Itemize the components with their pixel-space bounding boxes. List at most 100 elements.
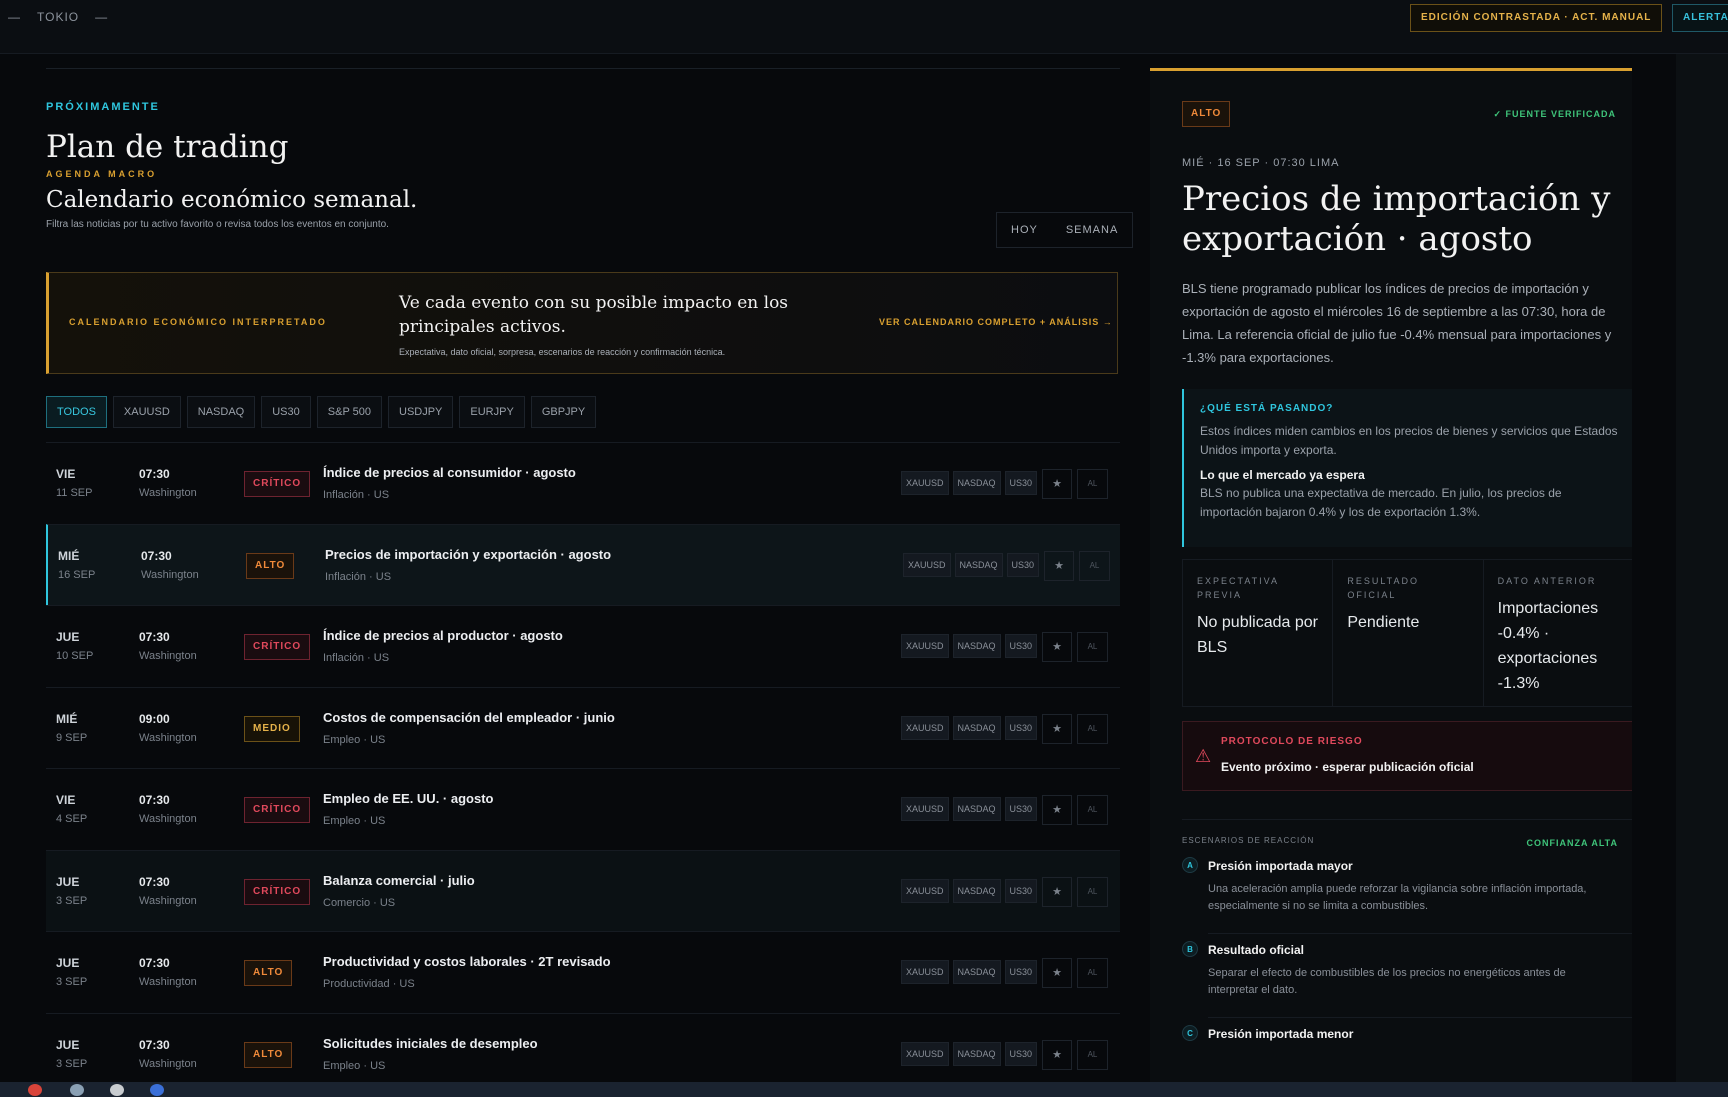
event-row[interactable]: VIE 11 SEP 07:30 Washington CRÍTICO Índice de… [46,442,1120,524]
warning-icon: ⚠ [1195,746,1212,766]
asset-tag[interactable]: US30 [1004,471,1038,495]
asset-tags: XAUUSD NASDAQ US30 [901,797,1038,821]
alerts-button[interactable]: ALERTAS [1672,4,1728,32]
risk-protocol-box: ⚠ PROTOCOLO DE RIESGO Evento próximo · e… [1182,721,1632,791]
favorite-star-icon[interactable]: ★ [1042,795,1072,825]
chrome-icon[interactable] [28,1084,42,1096]
asset-tag[interactable]: NASDAQ [954,552,1003,577]
alert-button[interactable]: AL [1077,958,1108,988]
event-row[interactable]: JUE 3 SEP 07:30 Washington CRÍTICO Balanza co… [46,849,1120,931]
page-title: Plan de trading [46,129,289,165]
event-category: Productividad · US [323,978,415,990]
asset-tag[interactable]: US30 [1006,552,1040,577]
context-description: Estos índices miden cambios en los preci… [1200,424,1618,457]
filter-xauusd[interactable]: XAUUSD [112,396,181,428]
event-description: BLS tiene programado publicar los índice… [1182,281,1612,365]
asset-tag[interactable]: XAUUSD [901,471,949,495]
stat-value: Pendiente [1347,614,1420,631]
edition-badge[interactable]: EDICIÓN CONTRASTADA · ACT. MANUAL [1410,4,1663,32]
stat-value: Importaciones -0.4% · exportaciones -1.3… [1497,600,1599,692]
asset-tag[interactable]: US30 [1004,878,1038,903]
event-category: Comercio · US [323,896,396,909]
helper-text: Filtra las noticias por tu activo favori… [46,219,389,230]
filter-us30[interactable]: US30 [261,396,311,428]
filter-usdjpy[interactable]: USDJPY [388,396,454,428]
asset-tag[interactable]: NASDAQ [952,1041,1001,1066]
asset-tag[interactable]: NASDAQ [952,960,1001,984]
asset-tag[interactable]: US30 [1004,634,1038,658]
alert-button[interactable]: AL [1079,550,1110,581]
event-row[interactable]: VIE 4 SEP 07:30 Washington CRÍTICO Empleo de … [46,768,1120,850]
favorite-star-icon[interactable]: ★ [1042,958,1072,988]
alert-button[interactable]: AL [1077,876,1108,907]
favorite-star-icon[interactable]: ★ [1042,1039,1072,1070]
asset-tag[interactable]: XAUUSD [901,634,949,658]
asset-tag[interactable]: XAUUSD [903,552,951,577]
page-subtitle: Calendario económico semanal. [46,187,418,213]
app-icon[interactable] [150,1084,164,1096]
impact-badge: ALTO [244,1041,293,1068]
scenario-title: Presión importada mayor [1208,859,1353,873]
impact-badge: CRÍTICO [244,797,311,823]
toggle-today[interactable]: HOY [997,213,1052,247]
asset-tag[interactable]: XAUUSD [901,878,949,903]
scenario-title: Presión importada menor [1208,1027,1354,1041]
app-icon[interactable] [110,1084,124,1096]
event-place: Washington [139,731,197,744]
asset-tag[interactable]: US30 [1004,960,1038,984]
context-title: ¿QUÉ ESTÁ PASANDO? [1200,403,1334,414]
filter-gbpjpy[interactable]: GBPJPY [530,396,597,428]
asset-tag[interactable]: XAUUSD [901,715,949,740]
asset-tag[interactable]: US30 [1004,797,1038,821]
event-day: JUE [56,1037,80,1052]
asset-tag[interactable]: NASDAQ [952,715,1001,740]
calendar-panel: PRÓXIMAMENTE Plan de trading AGENDA MACR… [46,68,1134,1072]
asset-tags: XAUUSD NASDAQ US30 [901,634,1038,658]
scenario-description: Separar el efecto de combustibles de los… [1208,967,1566,996]
favorite-star-icon[interactable]: ★ [1044,550,1074,581]
event-row[interactable]: JUE 3 SEP 07:30 Washington ALTO Productividad… [46,931,1120,1013]
alert-button[interactable]: AL [1077,795,1108,825]
asset-tags: XAUUSD NASDAQ US30 [901,1041,1038,1066]
asset-tag[interactable]: NASDAQ [952,878,1001,903]
scenario-letter: A [1182,857,1198,873]
favorite-star-icon[interactable]: ★ [1042,632,1072,662]
asset-tag[interactable]: US30 [1004,715,1038,740]
asset-tag[interactable]: NASDAQ [952,471,1001,495]
event-row[interactable]: JUE 10 SEP 07:30 Washington CRÍTICO Índice de… [46,605,1120,687]
asset-tag[interactable]: XAUUSD [901,1041,949,1066]
favorite-star-icon[interactable]: ★ [1042,713,1072,744]
asset-tag[interactable]: US30 [1004,1041,1038,1066]
files-icon[interactable] [70,1084,84,1096]
asset-tag[interactable]: XAUUSD [901,960,949,984]
alert-button[interactable]: AL [1077,1039,1108,1070]
event-time: 07:30 [139,630,170,644]
toggle-week[interactable]: SEMANA [1052,213,1132,247]
promo-banner: CALENDARIO ECONÓMICO INTERPRETADO Ve cad… [46,272,1118,374]
filter-eurjpy[interactable]: EURJPY [459,396,525,428]
event-row[interactable]: MIÉ 16 SEP 07:30 Washington ALTO Precios de i… [46,523,1120,605]
impact-badge: CRÍTICO [244,878,311,905]
asset-tag[interactable]: NASDAQ [952,797,1001,821]
alert-button[interactable]: AL [1077,469,1108,499]
event-place: Washington [139,487,197,499]
alert-button[interactable]: AL [1077,713,1108,744]
favorite-star-icon[interactable]: ★ [1042,876,1072,907]
filter-sp500[interactable]: S&P 500 [316,396,382,428]
filter-all[interactable]: TODOS [46,396,107,428]
favorite-star-icon[interactable]: ★ [1042,469,1072,499]
event-day: JUE [56,956,80,970]
event-row[interactable]: MIÉ 9 SEP 09:00 Washington MEDIO Costos de co… [46,686,1120,769]
event-name: Productividad y costos laborales · 2T re… [323,954,611,969]
full-calendar-link[interactable]: VER CALENDARIO COMPLETO + ANÁLISIS → [879,317,1113,327]
event-date: 3 SEP [56,976,88,988]
event-day: MIÉ [56,711,78,726]
asset-tag[interactable]: NASDAQ [952,634,1001,658]
scenario-title: Resultado oficial [1208,943,1305,957]
alert-button[interactable]: AL [1077,632,1108,662]
filter-nasdaq[interactable]: NASDAQ [186,396,256,428]
asset-tag[interactable]: XAUUSD [901,797,949,821]
scenario-letter: B [1182,941,1198,957]
event-day: VIE [56,467,76,481]
asset-filter-bar: TODOS XAUUSD NASDAQ US30 S&P 500 USDJPY … [46,396,597,428]
